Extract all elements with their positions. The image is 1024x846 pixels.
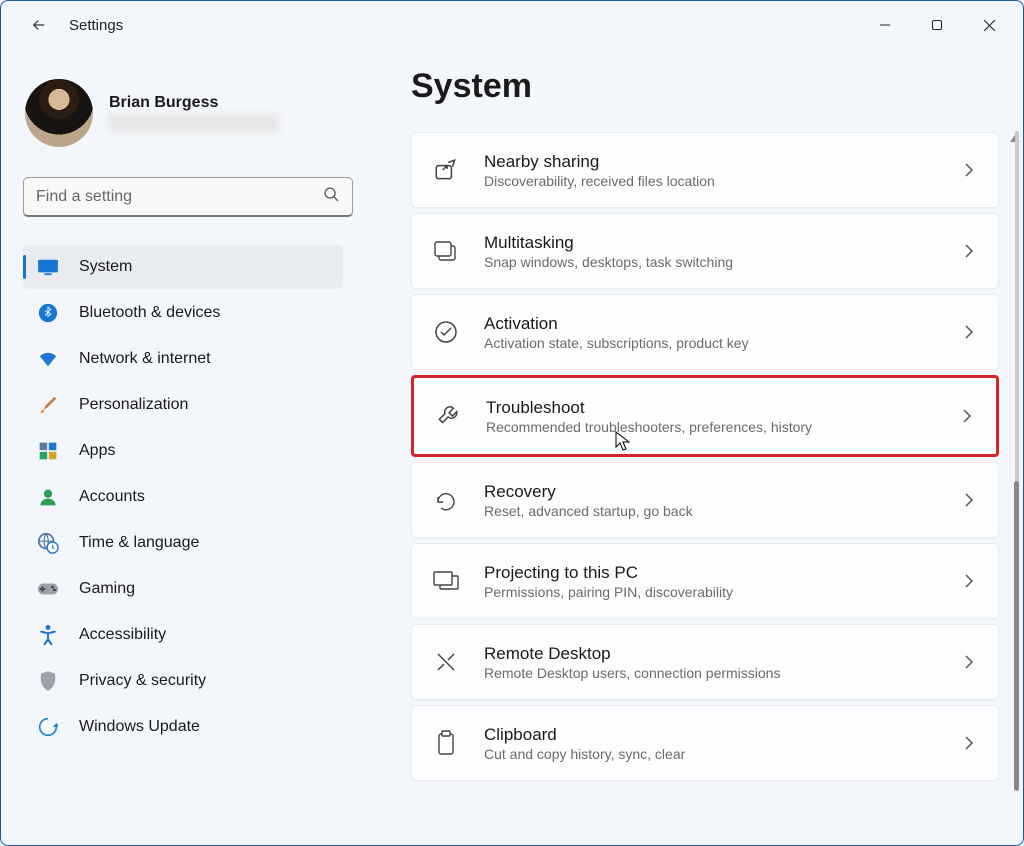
sidebar-item-update[interactable]: Windows Update xyxy=(23,705,343,749)
card-troubleshoot[interactable]: Troubleshoot Recommended troubleshooters… xyxy=(411,375,999,457)
wrench-icon xyxy=(434,402,462,430)
search-icon xyxy=(323,186,340,208)
search-box[interactable] xyxy=(23,177,353,217)
check-circle-icon xyxy=(432,318,460,346)
multitask-icon xyxy=(432,237,460,265)
profile-email xyxy=(109,114,279,132)
gamepad-icon xyxy=(37,578,59,600)
sidebar-item-label: Gaming xyxy=(79,580,135,598)
card-title: Projecting to this PC xyxy=(484,563,940,583)
chevron-right-icon xyxy=(964,244,978,258)
update-icon xyxy=(37,716,59,738)
search-input[interactable] xyxy=(36,188,315,206)
window-controls xyxy=(859,5,1015,45)
chevron-right-icon xyxy=(964,493,978,507)
card-subtitle: Remote Desktop users, connection permiss… xyxy=(484,665,940,681)
sidebar-item-label: Privacy & security xyxy=(79,672,206,690)
sidebar-item-gaming[interactable]: Gaming xyxy=(23,567,343,611)
card-title: Remote Desktop xyxy=(484,644,940,664)
sidebar-item-label: Time & language xyxy=(79,534,199,552)
project-icon xyxy=(432,567,460,595)
nav-list: System Bluetooth & devices Network & int… xyxy=(23,245,343,749)
sidebar-item-label: Accessibility xyxy=(79,626,166,644)
close-button[interactable] xyxy=(963,5,1015,45)
sidebar-item-network[interactable]: Network & internet xyxy=(23,337,343,381)
apps-icon xyxy=(37,440,59,462)
remote-icon xyxy=(432,648,460,676)
maximize-button[interactable] xyxy=(911,5,963,45)
display-icon xyxy=(37,256,59,278)
accessibility-icon xyxy=(37,624,59,646)
shield-icon xyxy=(37,670,59,692)
chevron-right-icon xyxy=(962,409,976,423)
card-title: Activation xyxy=(484,314,940,334)
minimize-button[interactable] xyxy=(859,5,911,45)
wifi-icon xyxy=(37,348,59,370)
sidebar-item-label: Personalization xyxy=(79,396,188,414)
title-bar: Settings xyxy=(1,1,1023,49)
card-subtitle: Snap windows, desktops, task switching xyxy=(484,254,940,270)
clipboard-icon xyxy=(432,729,460,757)
sidebar-item-accounts[interactable]: Accounts xyxy=(23,475,343,519)
card-title: Clipboard xyxy=(484,725,940,745)
sidebar-item-privacy[interactable]: Privacy & security xyxy=(23,659,343,703)
sidebar-item-label: Apps xyxy=(79,442,115,460)
sidebar: Brian Burgess System Bluetooth & devices… xyxy=(1,49,361,845)
card-remote-desktop[interactable]: Remote Desktop Remote Desktop users, con… xyxy=(411,624,999,700)
card-recovery[interactable]: Recovery Reset, advanced startup, go bac… xyxy=(411,462,999,538)
profile[interactable]: Brian Burgess xyxy=(25,79,343,147)
sidebar-item-system[interactable]: System xyxy=(23,245,343,289)
card-multitasking[interactable]: Multitasking Snap windows, desktops, tas… xyxy=(411,213,999,289)
chevron-right-icon xyxy=(964,163,978,177)
main-content: System Nearby sharing Discoverability, r… xyxy=(361,49,1023,845)
card-title: Nearby sharing xyxy=(484,152,940,172)
sidebar-item-bluetooth[interactable]: Bluetooth & devices xyxy=(23,291,343,335)
sidebar-item-apps[interactable]: Apps xyxy=(23,429,343,473)
sidebar-item-label: Windows Update xyxy=(79,718,200,736)
card-subtitle: Permissions, pairing PIN, discoverabilit… xyxy=(484,584,940,600)
bluetooth-icon xyxy=(37,302,59,324)
recovery-icon xyxy=(432,486,460,514)
sidebar-item-label: Accounts xyxy=(79,488,145,506)
page-title: System xyxy=(411,67,999,106)
back-button[interactable] xyxy=(19,5,59,45)
chevron-right-icon xyxy=(964,655,978,669)
share-icon xyxy=(432,156,460,184)
globe-clock-icon xyxy=(37,532,59,554)
sidebar-item-label: Network & internet xyxy=(79,350,211,368)
card-subtitle: Cut and copy history, sync, clear xyxy=(484,746,940,762)
card-subtitle: Activation state, subscriptions, product… xyxy=(484,335,940,351)
scrollbar-thumb[interactable] xyxy=(1014,481,1019,791)
chevron-right-icon xyxy=(964,325,978,339)
card-title: Multitasking xyxy=(484,233,940,253)
card-projecting[interactable]: Projecting to this PC Permissions, pairi… xyxy=(411,543,999,619)
card-subtitle: Reset, advanced startup, go back xyxy=(484,503,940,519)
chevron-right-icon xyxy=(964,736,978,750)
chevron-right-icon xyxy=(964,574,978,588)
card-subtitle: Recommended troubleshooters, preferences… xyxy=(486,419,938,435)
sidebar-item-accessibility[interactable]: Accessibility xyxy=(23,613,343,657)
sidebar-item-time-language[interactable]: Time & language xyxy=(23,521,343,565)
profile-name: Brian Burgess xyxy=(109,94,279,112)
card-nearby-sharing[interactable]: Nearby sharing Discoverability, received… xyxy=(411,132,999,208)
card-activation[interactable]: Activation Activation state, subscriptio… xyxy=(411,294,999,370)
card-title: Recovery xyxy=(484,482,940,502)
brush-icon xyxy=(37,394,59,416)
person-icon xyxy=(37,486,59,508)
card-title: Troubleshoot xyxy=(486,398,938,418)
app-title: Settings xyxy=(69,17,123,34)
cards-list: Nearby sharing Discoverability, received… xyxy=(411,132,999,781)
sidebar-item-label: System xyxy=(79,258,132,276)
avatar xyxy=(25,79,93,147)
card-clipboard[interactable]: Clipboard Cut and copy history, sync, cl… xyxy=(411,705,999,781)
sidebar-item-label: Bluetooth & devices xyxy=(79,304,220,322)
card-subtitle: Discoverability, received files location xyxy=(484,173,940,189)
sidebar-item-personalization[interactable]: Personalization xyxy=(23,383,343,427)
